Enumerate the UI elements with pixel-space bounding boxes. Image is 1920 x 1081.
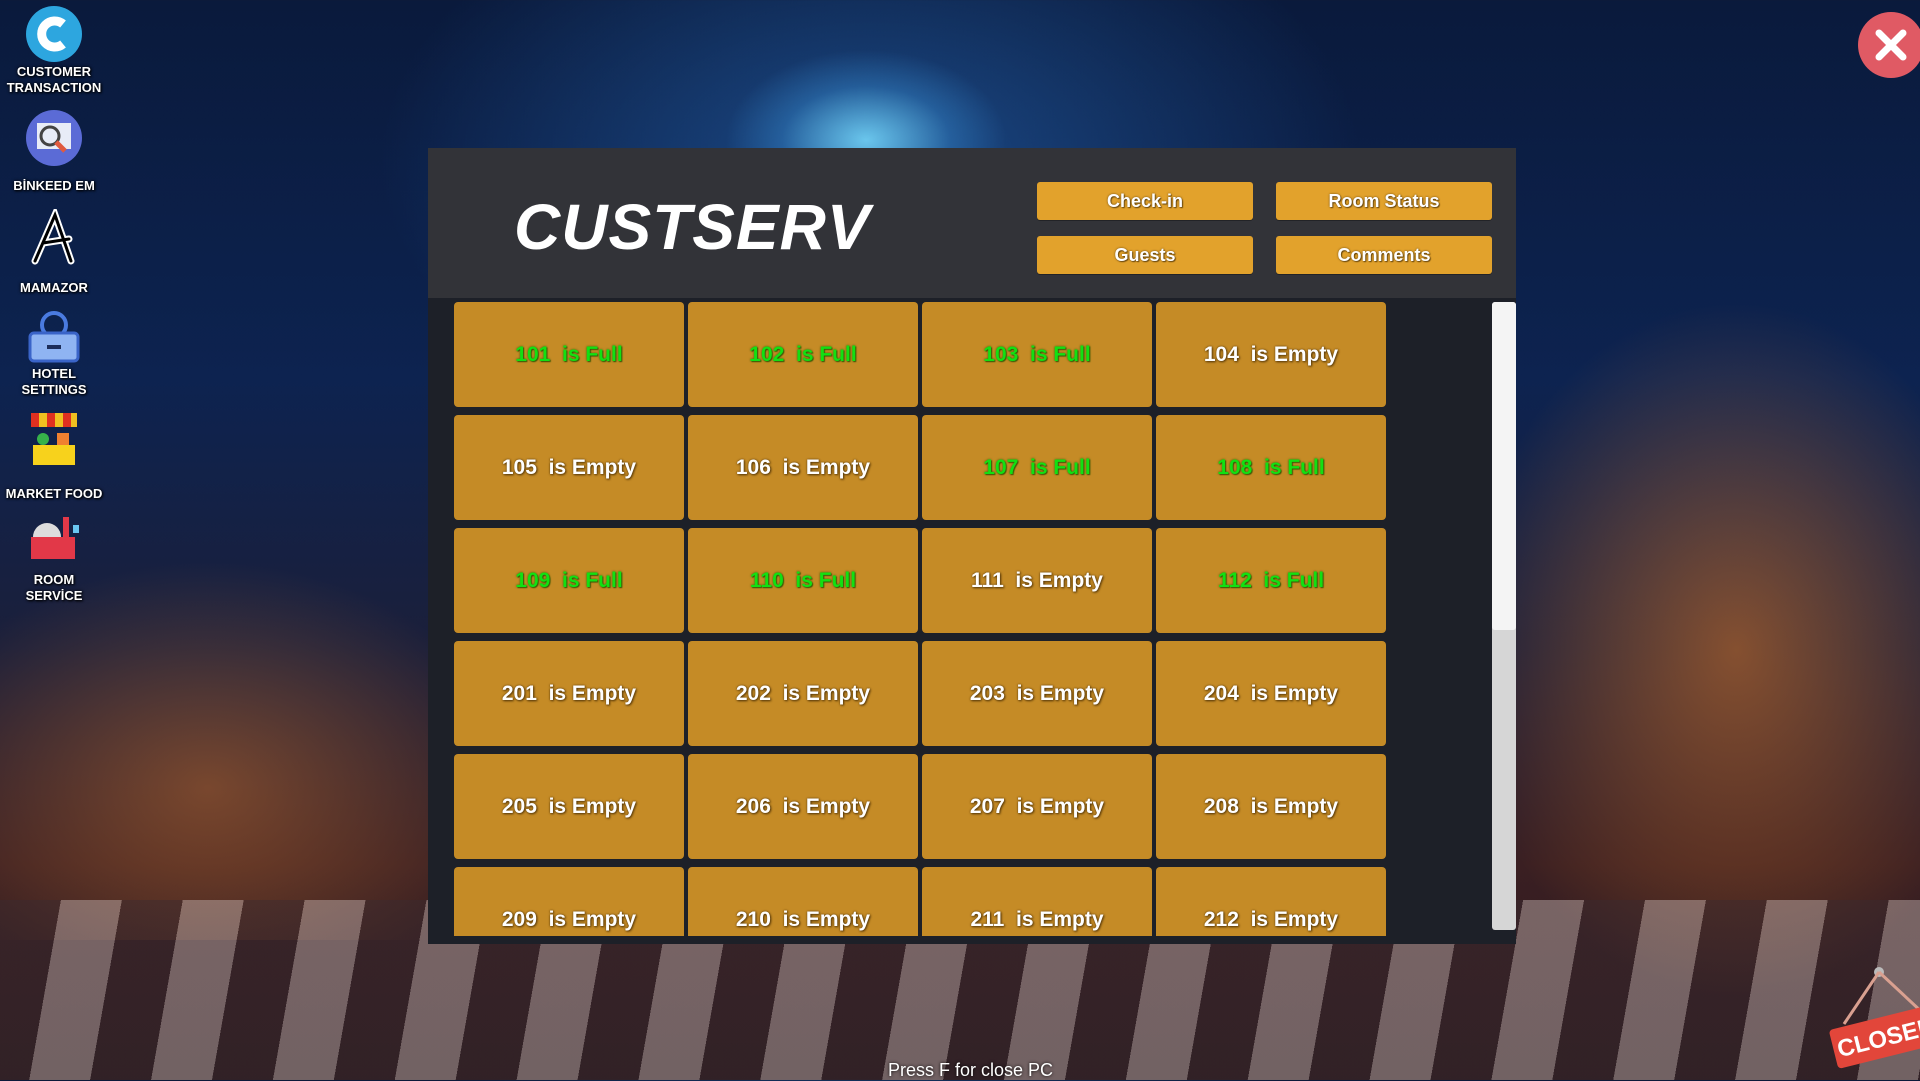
- desktop-icon-mamazor[interactable]: MAMAZOR: [0, 208, 108, 296]
- window-header: CUSTSERV Check-in Room Status Guests Com…: [428, 148, 1516, 298]
- room-status-label: 103 is Full: [983, 342, 1091, 366]
- room-status-label: 212 is Empty: [1203, 907, 1339, 931]
- room-status-label: 107 is Full: [983, 455, 1091, 479]
- room-status-label: 211 is Empty: [970, 907, 1104, 931]
- room-status-label: 209 is Empty: [501, 907, 637, 931]
- room-tile-102[interactable]: 102 is Full: [688, 302, 918, 407]
- custserv-window: CUSTSERV Check-in Room Status Guests Com…: [428, 148, 1516, 944]
- background-glow-right: [1460, 300, 1920, 1000]
- a-letter-icon: [24, 208, 84, 268]
- job-search-icon: [24, 108, 84, 168]
- room-status-label: 201 is Empty: [501, 681, 637, 705]
- close-icon: [1875, 29, 1907, 61]
- room-status-label: 203 is Empty: [969, 681, 1105, 705]
- room-status-label: 204 is Empty: [1203, 681, 1339, 705]
- desktop-icon-binkeed-em[interactable]: BİNKEED EM: [0, 108, 108, 194]
- desktop-icon-label: MAMAZOR: [20, 280, 88, 295]
- room-tile-202[interactable]: 202 is Empty: [688, 641, 918, 746]
- room-status-label: 102 is Full: [749, 342, 857, 366]
- desktop-icon-customer-transaction[interactable]: CUSTOMER TRANSACTION: [0, 4, 108, 96]
- room-tile-206[interactable]: 206 is Empty: [688, 754, 918, 859]
- room-tile-209[interactable]: 209 is Empty: [454, 867, 684, 936]
- room-status-label: 105 is Empty: [501, 455, 637, 479]
- scrollbar-thumb[interactable]: [1492, 302, 1516, 630]
- room-status-label: 111 is Empty: [971, 568, 1103, 592]
- close-button[interactable]: [1858, 12, 1920, 78]
- desktop-icon-label: CUSTOMER TRANSACTION: [6, 64, 102, 95]
- room-tile-109[interactable]: 109 is Full: [454, 528, 684, 633]
- room-service-icon: [24, 512, 84, 572]
- room-grid-scrollbar[interactable]: [1492, 302, 1516, 930]
- desktop-icon-label: BİNKEED EM: [13, 178, 95, 193]
- room-tile-110[interactable]: 110 is Full: [688, 528, 918, 633]
- room-tile-101[interactable]: 101 is Full: [454, 302, 684, 407]
- room-status-label: 109 is Full: [515, 568, 623, 592]
- room-tile-203[interactable]: 203 is Empty: [922, 641, 1152, 746]
- c-letter-icon: [24, 4, 84, 64]
- desktop-icon-label: MARKET FOOD: [5, 486, 103, 501]
- room-tile-205[interactable]: 205 is Empty: [454, 754, 684, 859]
- desktop-icon-market-food[interactable]: MARKET FOOD: [0, 408, 108, 502]
- room-tile-106[interactable]: 106 is Empty: [688, 415, 918, 520]
- room-status-label: 205 is Empty: [501, 794, 637, 818]
- room-status-label: 101 is Full: [515, 342, 623, 366]
- gear-box-icon: [24, 306, 84, 366]
- guests-button[interactable]: Guests: [1037, 236, 1253, 274]
- close-pc-hint: Press F for close PC: [888, 1060, 1054, 1080]
- room-tile-207[interactable]: 207 is Empty: [922, 754, 1152, 859]
- room-status-label: 112 is Full: [1217, 568, 1325, 592]
- room-grid-viewport: 101 is Full 102 is Full 103 is Full 104 is …: [454, 302, 1494, 936]
- room-status-label: 108 is Full: [1217, 455, 1325, 479]
- room-tile-111[interactable]: 111 is Empty: [922, 528, 1152, 633]
- room-status-button[interactable]: Room Status: [1276, 182, 1492, 220]
- desktop-icon-hotel-settings[interactable]: HOTEL SETTINGS: [0, 306, 108, 398]
- room-tile-210[interactable]: 210 is Empty: [688, 867, 918, 936]
- desktop-icon-label: ROOM SERVİCE: [25, 572, 83, 603]
- room-status-label: 106 is Empty: [735, 455, 871, 479]
- room-tile-211[interactable]: 211 is Empty: [922, 867, 1152, 936]
- market-stall-icon: [24, 408, 84, 468]
- room-status-label: 208 is Empty: [1203, 794, 1339, 818]
- room-status-label: 104 is Empty: [1203, 342, 1339, 366]
- room-status-label: 206 is Empty: [735, 794, 871, 818]
- room-tile-105[interactable]: 105 is Empty: [454, 415, 684, 520]
- closed-sign: CLOSED: [1824, 962, 1920, 1072]
- room-tile-108[interactable]: 108 is Full: [1156, 415, 1386, 520]
- room-tile-103[interactable]: 103 is Full: [922, 302, 1152, 407]
- check-in-button[interactable]: Check-in: [1037, 182, 1253, 220]
- room-status-label: 110 is Full: [749, 568, 857, 592]
- room-grid: 101 is Full 102 is Full 103 is Full 104 is …: [454, 302, 1494, 936]
- desktop-icon-room-service[interactable]: ROOM SERVİCE: [0, 512, 108, 604]
- room-tile-201[interactable]: 201 is Empty: [454, 641, 684, 746]
- room-tile-212[interactable]: 212 is Empty: [1156, 867, 1386, 936]
- room-tile-204[interactable]: 204 is Empty: [1156, 641, 1386, 746]
- room-status-label: 202 is Empty: [735, 681, 871, 705]
- room-tile-107[interactable]: 107 is Full: [922, 415, 1152, 520]
- room-status-label: 210 is Empty: [735, 907, 871, 931]
- app-title: CUSTSERV: [514, 191, 871, 263]
- room-status-label: 207 is Empty: [969, 794, 1105, 818]
- room-tile-208[interactable]: 208 is Empty: [1156, 754, 1386, 859]
- room-tile-104[interactable]: 104 is Empty: [1156, 302, 1386, 407]
- comments-button[interactable]: Comments: [1276, 236, 1492, 274]
- room-tile-112[interactable]: 112 is Full: [1156, 528, 1386, 633]
- desktop-icon-label: HOTEL SETTINGS: [21, 366, 87, 397]
